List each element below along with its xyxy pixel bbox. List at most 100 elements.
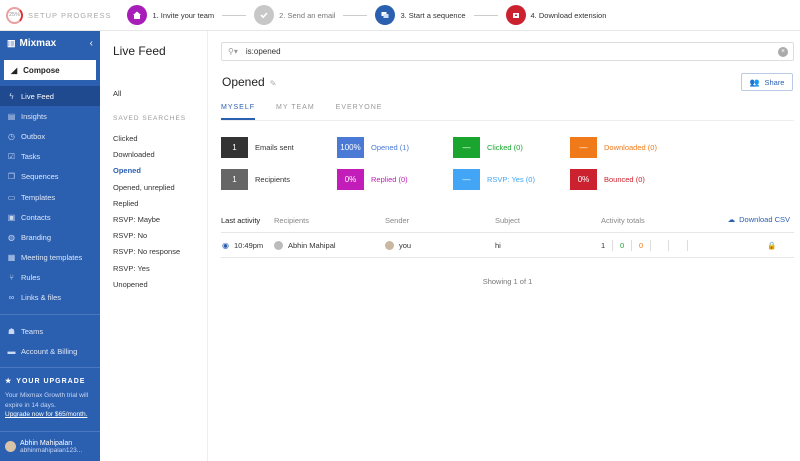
contact-icon: ▣ <box>7 212 16 222</box>
saved-search-unopened[interactable]: Unopened <box>113 280 180 296</box>
sidebar-item-label: Live Feed <box>21 91 54 101</box>
pencil-icon[interactable]: ✎ <box>270 79 277 88</box>
stat-value: — <box>570 137 597 158</box>
download-csv-button[interactable]: ☁ Download CSV <box>728 215 790 224</box>
team-icon: ☗ <box>7 326 16 336</box>
sidebar-item-rules[interactable]: ⑂ Rules <box>0 268 100 288</box>
sidebar-item-insights[interactable]: ▤ Insights <box>0 106 100 126</box>
saved-search-opened-unreplied[interactable]: Opened, unreplied <box>113 183 180 199</box>
avatar <box>5 441 16 452</box>
sender-avatar <box>385 241 394 250</box>
compose-label: Compose <box>23 65 60 75</box>
saved-search-replied[interactable]: Replied <box>113 199 180 215</box>
sidebar-item-label: Branding <box>21 232 52 242</box>
download-box-icon <box>505 5 526 25</box>
check-icon <box>254 5 275 25</box>
saved-searches-heading: SAVED SEARCHES <box>113 115 187 122</box>
feed-title-text: Opened <box>222 75 265 89</box>
sidebar-item-links-files[interactable]: ∞ Links & files <box>0 288 100 308</box>
brand-name: Mixmax <box>19 37 57 49</box>
step-divider <box>343 14 368 16</box>
brand-header: ▥ Mixmax ‹ <box>0 31 100 55</box>
stat-rsvp-yes[interactable]: — RSVP: Yes (0) <box>453 169 535 190</box>
step-send-email[interactable]: 2. Send an email <box>254 5 368 25</box>
stat-value: 0% <box>570 169 597 190</box>
stat-bounced[interactable]: 0% Bounced (0) <box>570 169 645 190</box>
stat-replied[interactable]: 0% Replied (0) <box>337 169 408 190</box>
count-divider <box>687 240 688 251</box>
saved-search-clicked[interactable]: Clicked <box>113 134 180 150</box>
step-invite-team[interactable]: 1. Invite your team <box>127 5 247 25</box>
saved-search-downloaded[interactable]: Downloaded <box>113 150 180 166</box>
count-divider <box>631 240 632 251</box>
share-button[interactable]: 👥 Share <box>741 73 793 91</box>
sidebar-item-label: Account & Billing <box>21 346 78 356</box>
sidebar-item-label: Teams <box>21 326 44 336</box>
stat-opened[interactable]: 100% Opened (1) <box>337 137 409 158</box>
row-sender: you <box>385 241 411 250</box>
sidebar-item-outbox[interactable]: ◷ Outbox <box>0 126 100 146</box>
stat-downloaded[interactable]: — Downloaded (0) <box>570 137 657 158</box>
step-label: 4. Download extension <box>530 10 607 20</box>
sidebar-item-contacts[interactable]: ▣ Contacts <box>0 207 100 227</box>
sidebar-divider <box>0 367 100 369</box>
sequence-icon: ❐ <box>7 172 16 182</box>
page-title: Live Feed <box>113 44 166 58</box>
add-user-icon: 👥 <box>749 77 760 87</box>
stat-label: Bounced (0) <box>604 175 645 184</box>
saved-search-opened[interactable]: Opened <box>113 166 180 182</box>
sidebar-item-label: Rules <box>21 273 41 283</box>
sidebar-item-sequences[interactable]: ❐ Sequences <box>0 167 100 187</box>
upgrade-link[interactable]: Upgrade now for $65/month. <box>5 411 95 418</box>
sidebar-item-label: Sequences <box>21 172 59 182</box>
stat-value: 0% <box>337 169 364 190</box>
upgrade-title-text: YOUR UPGRADE <box>16 377 86 385</box>
clear-search-icon[interactable]: × <box>778 47 788 57</box>
tab-my-team[interactable]: MY TEAM <box>276 104 315 120</box>
step-divider <box>473 14 498 16</box>
saved-search-rsvp-yes[interactable]: RSVP: Yes <box>113 264 180 280</box>
row-last-activity: ◉ 10:49pm <box>222 241 263 250</box>
row-subject: hi <box>495 241 501 250</box>
sidebar-item-account-billing[interactable]: ▬ Account & Billing <box>0 341 100 361</box>
sidebar-item-meeting-templates[interactable]: ▦ Meeting templates <box>0 248 100 268</box>
count-divider <box>612 240 613 251</box>
brand: ▥ Mixmax <box>7 38 56 49</box>
table-row[interactable]: ◉ 10:49pm Abhin Mahipal you hi 1 0 0 🔒 <box>221 234 794 258</box>
tab-everyone[interactable]: EVERYONE <box>336 104 383 120</box>
sidebar-item-label: Contacts <box>21 212 51 222</box>
stat-label: Opened (1) <box>371 143 409 152</box>
sidebar-item-label: Insights <box>21 111 47 121</box>
search-all-link[interactable]: All <box>113 89 121 98</box>
sidebar-item-tasks[interactable]: ☑ Tasks <box>0 147 100 167</box>
saved-search-rsvp-no[interactable]: RSVP: No <box>113 231 180 247</box>
user-menu[interactable]: Abhin Mahipalan abhinmahipalan123... <box>0 431 100 461</box>
stat-value: 1 <box>221 169 248 190</box>
search-query[interactable]: is:opened <box>246 47 281 56</box>
bar-chart-icon: ▤ <box>7 111 16 121</box>
step-label: 3. Start a sequence <box>400 10 466 20</box>
count-divider <box>650 240 651 251</box>
sidebar-item-live-feed[interactable]: ϟ Live Feed <box>0 86 100 107</box>
sequence-icon <box>375 5 396 25</box>
sidebar-item-branding[interactable]: ◍ Branding <box>0 227 100 247</box>
tab-myself[interactable]: MYSELF <box>221 104 256 120</box>
search-icon[interactable]: ⚲▾ <box>228 47 238 56</box>
search-input[interactable]: ⚲▾ is:opened × <box>221 42 794 61</box>
star-icon: ★ <box>5 378 13 386</box>
stat-clicked[interactable]: — Clicked (0) <box>453 137 523 158</box>
globe-icon: ◍ <box>8 232 15 242</box>
compose-button[interactable]: ◢ Compose <box>4 60 96 80</box>
saved-search-rsvp-no-response[interactable]: RSVP: No response <box>113 247 180 263</box>
setup-progress-label: SETUP PROGRESS <box>28 10 112 20</box>
collapse-chevron-icon[interactable]: ‹ <box>90 38 93 49</box>
sidebar-item-templates[interactable]: ▭ Templates <box>0 187 100 207</box>
step-label: 2. Send an email <box>279 10 336 20</box>
mixmax-logo-icon: ▥ <box>7 37 16 48</box>
column-last-activity[interactable]: Last activity <box>221 216 260 225</box>
sidebar-item-teams[interactable]: ☗ Teams <box>0 321 100 341</box>
step-start-sequence[interactable]: 3. Start a sequence <box>375 5 498 25</box>
step-download-extension[interactable]: 4. Download extension <box>505 5 607 25</box>
saved-search-rsvp-maybe[interactable]: RSVP: Maybe <box>113 215 180 231</box>
rules-icon: ⑂ <box>9 273 14 283</box>
